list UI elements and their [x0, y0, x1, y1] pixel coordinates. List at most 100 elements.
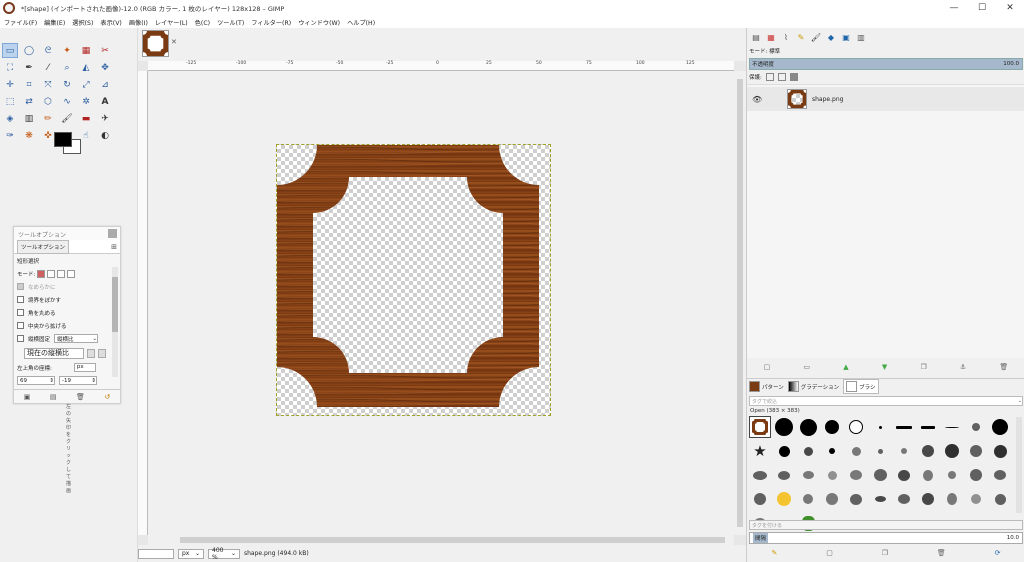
brush-item[interactable] — [918, 441, 938, 461]
brush-tag-input[interactable]: タグを付ける — [749, 520, 1023, 530]
undo-history-tab-icon[interactable]: ✎ — [795, 31, 807, 43]
brush-item[interactable] — [798, 465, 818, 485]
bucket-fill-icon[interactable]: ◈ — [2, 111, 18, 126]
menu-layer[interactable]: レイヤー(L) — [155, 18, 188, 27]
vertical-ruler[interactable] — [138, 71, 148, 535]
unit-dropdown[interactable]: px ⌄ — [178, 548, 204, 559]
color-picker-icon[interactable]: ⁄ — [40, 60, 56, 75]
brush-item-star[interactable]: ★ — [750, 441, 770, 461]
brush-item[interactable] — [918, 489, 938, 509]
brush-item[interactable] — [870, 489, 890, 509]
brush-item[interactable] — [870, 417, 890, 437]
mode-intersect-button[interactable] — [67, 269, 76, 278]
new-layer-icon[interactable]: ▢ — [764, 363, 771, 371]
select-by-color-icon[interactable]: ▦ — [78, 43, 94, 58]
horizontal-scrollbar[interactable] — [148, 535, 734, 545]
zoom-icon[interactable]: ⌕ — [59, 60, 75, 75]
feather-checkbox[interactable] — [17, 296, 24, 303]
dodge-burn-icon[interactable]: ◐ — [97, 128, 113, 143]
mypaint-brush-icon[interactable]: ❋ — [21, 128, 37, 143]
brush-scrollbar[interactable] — [1016, 417, 1022, 513]
tab-tool-options[interactable]: ツールオプション — [17, 239, 70, 254]
ratio-input[interactable]: 現在の縦横比 — [24, 347, 84, 359]
free-select-icon[interactable]: ᘓ — [40, 43, 56, 58]
text-icon[interactable]: A — [97, 94, 113, 109]
landscape-button[interactable] — [98, 348, 106, 358]
center-row[interactable]: 中央から拡げる — [14, 319, 120, 332]
brush-item[interactable] — [798, 489, 818, 509]
image-tab-thumbnail[interactable] — [142, 30, 169, 57]
menu-windows[interactable]: ウィンドウ(W) — [298, 18, 340, 27]
brush-item[interactable] — [894, 465, 914, 485]
menu-image[interactable]: 画像(I) — [129, 18, 148, 27]
brush-item[interactable] — [990, 465, 1010, 485]
brush-item[interactable] — [822, 489, 842, 509]
reset-options-icon[interactable]: ↺ — [104, 393, 110, 401]
mode-subtract-button[interactable] — [57, 269, 66, 278]
crop-icon[interactable]: ⌗ — [21, 77, 37, 92]
raise-layer-icon[interactable]: ▲ — [843, 363, 848, 371]
eraser-icon[interactable]: ▬ — [78, 111, 94, 126]
refresh-brushes-icon[interactable]: ⟳ — [995, 549, 1001, 557]
channels-tab-icon[interactable]: ▦ — [765, 31, 777, 43]
rounded-row[interactable]: 角を丸める — [14, 306, 120, 319]
mode-add-button[interactable] — [47, 269, 56, 278]
paintbrush-icon[interactable]: 🖌 — [59, 111, 75, 126]
portrait-button[interactable] — [87, 348, 95, 358]
menu-view[interactable]: 表示(V) — [100, 18, 121, 27]
position-y-input[interactable]: -19 ⇕ — [59, 376, 97, 385]
from-center-checkbox[interactable] — [17, 322, 24, 329]
paths-tab-icon[interactable]: ⌇ — [780, 31, 792, 43]
layer-mode[interactable]: モード: 標準 — [749, 46, 780, 56]
antialias-checkbox[interactable] — [17, 283, 24, 290]
horizontal-ruler[interactable]: -125 -100 -75 -50 -25 0 25 50 75 100 125 — [148, 61, 734, 71]
brush-item[interactable] — [846, 417, 866, 437]
brush-item[interactable] — [750, 465, 770, 485]
airbrush-icon[interactable]: ✈ — [97, 111, 113, 126]
brush-item[interactable] — [894, 441, 914, 461]
tab-brushes[interactable]: ブラシ — [843, 379, 879, 394]
handle-transform-icon[interactable]: ✲ — [78, 94, 94, 109]
fixed-checkbox[interactable] — [17, 335, 24, 342]
delete-brush-icon[interactable]: 🗑 — [937, 549, 946, 557]
perspective-icon[interactable]: ⬚ — [2, 94, 18, 109]
menu-filters[interactable]: フィルター(R) — [251, 18, 291, 27]
brush-item[interactable] — [846, 465, 866, 485]
menu-tools[interactable]: ツール(T) — [217, 18, 244, 27]
tab-gradients[interactable]: グラデーション — [787, 381, 839, 392]
ink-icon[interactable]: ✑ — [2, 128, 18, 143]
dock-close-icon[interactable] — [108, 229, 117, 238]
brush-item[interactable] — [798, 441, 818, 461]
duplicate-brush-icon[interactable]: ❐ — [882, 549, 888, 557]
menu-select[interactable]: 選択(S) — [72, 18, 93, 27]
position-unit-dropdown[interactable]: px — [73, 363, 96, 372]
cage-transform-icon[interactable]: ⬡ — [40, 94, 56, 109]
edit-brush-icon[interactable]: ✎ — [771, 549, 777, 557]
warp-transform-icon[interactable]: ∿ — [59, 94, 75, 109]
flip-icon[interactable]: ⇄ — [21, 94, 37, 109]
shear-icon[interactable]: ⊿ — [97, 77, 113, 92]
brush-item[interactable] — [966, 417, 986, 437]
menu-colors[interactable]: 色(C) — [195, 18, 210, 27]
align-icon[interactable]: ✛ — [2, 77, 18, 92]
brush-item[interactable] — [846, 489, 866, 509]
lock-position-icon[interactable] — [777, 73, 786, 81]
ellipse-select-icon[interactable]: ◯ — [21, 43, 37, 58]
gradient-tab-icon[interactable]: ▣ — [840, 31, 852, 43]
pencil-icon[interactable]: ✏ — [40, 111, 56, 126]
zoom-dropdown[interactable]: 400 % ⌄ — [208, 547, 240, 561]
visibility-eye-icon[interactable]: 👁 — [752, 95, 762, 104]
mode-replace-button[interactable] — [37, 269, 46, 278]
image-tab-close-icon[interactable]: ✕ — [171, 38, 177, 46]
rect-select-icon[interactable]: ▭ — [2, 43, 18, 58]
scissors-icon[interactable]: ✂ — [97, 43, 113, 58]
brush-item[interactable] — [990, 417, 1010, 437]
brush-item[interactable] — [798, 417, 818, 437]
lower-layer-icon[interactable]: ▼ — [882, 363, 887, 371]
paths-icon[interactable]: ✒ — [21, 60, 37, 75]
vertical-scrollbar[interactable] — [734, 71, 746, 535]
restore-options-icon[interactable]: ▤ — [50, 393, 57, 401]
brush-item[interactable] — [990, 489, 1010, 509]
options-scrollbar[interactable] — [112, 267, 118, 377]
brush-item[interactable] — [894, 417, 914, 437]
